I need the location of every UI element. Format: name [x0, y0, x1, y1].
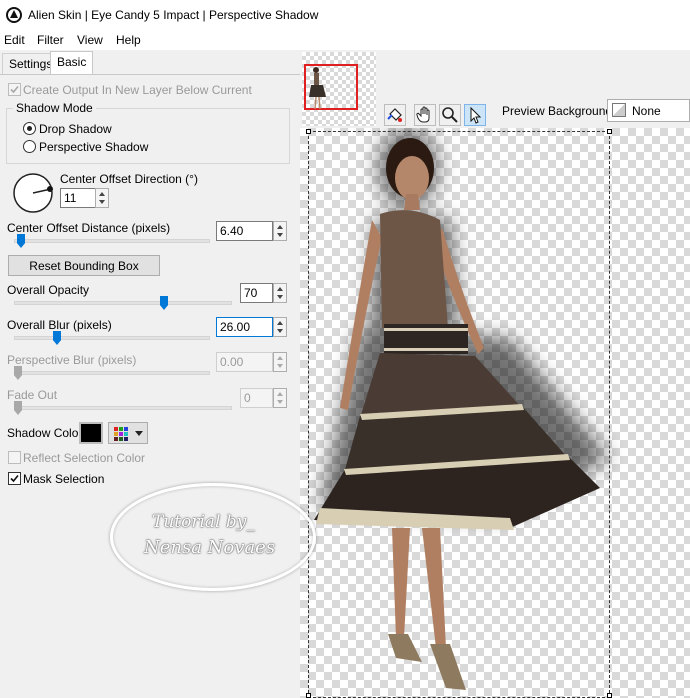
bucket-tool-button[interactable]	[384, 104, 406, 126]
bbox-handle-bottom-left[interactable]	[306, 693, 311, 698]
reflect-selection-color-label: Reflect Selection Color	[23, 451, 146, 465]
preview-background-value: None	[632, 104, 661, 118]
navigator-thumbnail[interactable]	[302, 52, 376, 126]
overall-blur-slider[interactable]	[14, 336, 210, 340]
pointer-tool-icon	[470, 106, 482, 124]
menu-help[interactable]: Help	[116, 33, 141, 47]
center-offset-direction-spinner[interactable]	[95, 188, 109, 208]
create-output-checkbox[interactable]	[8, 83, 21, 96]
overall-blur-thumb[interactable]	[53, 331, 61, 345]
fade-out-spinner[interactable]	[273, 388, 287, 408]
shadow-mode-title: Shadow Mode	[13, 101, 96, 115]
center-offset-direction-input[interactable]: 11	[60, 188, 96, 208]
reflect-selection-color-checkbox[interactable]	[8, 451, 21, 464]
pointer-tool-button[interactable]	[464, 104, 486, 126]
dropdown-arrow-icon	[135, 431, 143, 436]
mask-selection-checkbox[interactable]	[8, 472, 21, 485]
perspective-blur-input[interactable]: 0.00	[216, 352, 273, 372]
fade-out-slider[interactable]	[14, 406, 232, 410]
overall-opacity-thumb[interactable]	[160, 296, 168, 310]
shadow-color-swatch[interactable]	[79, 422, 103, 444]
fade-out-label: Fade Out	[7, 388, 58, 402]
preview-background-select[interactable]: None	[607, 99, 690, 122]
fade-out-thumb[interactable]	[14, 401, 22, 415]
tab-divider	[0, 74, 300, 75]
reset-bounding-box-button[interactable]: Reset Bounding Box	[8, 255, 160, 276]
preview-background-label: Preview Background:	[502, 104, 616, 118]
drop-shadow-label: Drop Shadow	[39, 122, 112, 136]
overall-blur-input[interactable]: 26.00	[216, 317, 273, 337]
perspective-shadow-label: Perspective Shadow	[39, 140, 149, 154]
center-offset-distance-spinner[interactable]	[273, 221, 287, 241]
bbox-handle-top-right[interactable]	[607, 129, 612, 134]
app-logo-icon	[6, 7, 22, 23]
checkmark-icon	[10, 474, 19, 483]
menu-filter[interactable]: Filter	[37, 33, 64, 47]
bounding-box[interactable]	[308, 131, 610, 698]
tab-basic[interactable]: Basic	[50, 51, 94, 75]
create-output-label: Create Output In New Layer Below Current	[23, 83, 252, 97]
menu-view[interactable]: View	[77, 33, 103, 47]
overall-opacity-input[interactable]: 70	[240, 283, 273, 303]
mask-selection-label: Mask Selection	[23, 472, 105, 486]
menu-bar: Edit Filter View Help	[0, 30, 690, 50]
watermark-line1: Tutorial by_	[152, 512, 255, 532]
color-grid-icon	[114, 427, 128, 441]
zoom-tool-button[interactable]	[439, 104, 461, 126]
hand-tool-button[interactable]	[414, 104, 436, 126]
checkmark-icon	[10, 85, 19, 94]
direction-dial[interactable]	[12, 172, 54, 214]
shadow-color-label: Shadow Color	[7, 426, 83, 440]
overall-opacity-slider[interactable]	[14, 301, 232, 305]
perspective-blur-slider[interactable]	[14, 371, 210, 375]
perspective-blur-thumb[interactable]	[14, 366, 22, 380]
hand-tool-icon	[416, 106, 430, 123]
preview-background-swatch	[612, 103, 626, 117]
bucket-tool-icon	[387, 108, 402, 122]
overall-blur-spinner[interactable]	[273, 317, 287, 337]
perspective-blur-label: Perspective Blur (pixels)	[7, 353, 137, 367]
fade-out-input[interactable]: 0	[240, 388, 273, 408]
overall-blur-label: Overall Blur (pixels)	[7, 318, 112, 332]
overall-opacity-label: Overall Opacity	[7, 283, 90, 297]
center-offset-distance-input[interactable]: 6.40	[216, 221, 273, 241]
drop-shadow-radio[interactable]	[23, 122, 36, 135]
center-offset-distance-slider[interactable]	[14, 239, 210, 243]
bbox-handle-top-left[interactable]	[306, 129, 311, 134]
color-picker-button[interactable]	[108, 422, 148, 444]
settings-panel: Settings Basic Create Output In New Laye…	[0, 50, 300, 698]
shadow-mode-group	[6, 108, 290, 164]
overall-opacity-spinner[interactable]	[273, 283, 287, 303]
perspective-blur-spinner[interactable]	[273, 352, 287, 372]
title-bar: Alien Skin | Eye Candy 5 Impact | Perspe…	[0, 0, 690, 30]
center-offset-direction-label: Center Offset Direction (°)	[60, 172, 198, 186]
bbox-handle-bottom-right[interactable]	[607, 693, 612, 698]
zoom-tool-icon	[442, 107, 458, 123]
center-offset-distance-thumb[interactable]	[17, 234, 25, 248]
center-offset-distance-label: Center Offset Distance (pixels)	[7, 221, 171, 235]
window-title: Alien Skin | Eye Candy 5 Impact | Perspe…	[28, 8, 319, 22]
perspective-shadow-radio[interactable]	[23, 140, 36, 153]
navigator-figure-thumbnail	[309, 67, 326, 110]
menu-edit[interactable]: Edit	[4, 33, 25, 47]
watermark-line2: Nensa Novaes	[144, 537, 276, 558]
